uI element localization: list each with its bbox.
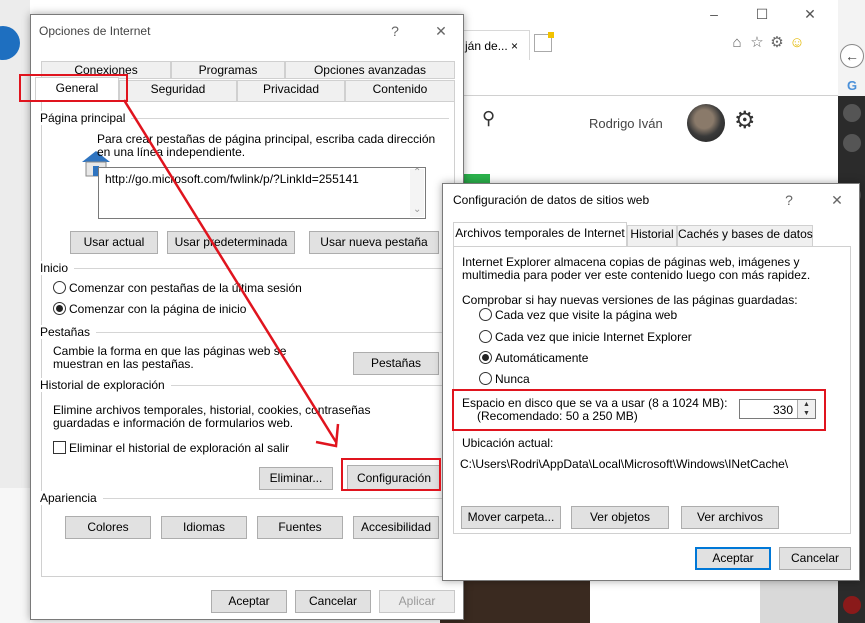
tab-caches-databases[interactable]: Cachés y bases de datos [677, 225, 813, 247]
tab-temporary-files[interactable]: Archivos temporales de Internet [453, 222, 627, 247]
help-icon[interactable]: ? [381, 20, 409, 42]
radio-startup-last-session[interactable] [53, 281, 66, 294]
close-icon[interactable]: ✕ [823, 189, 851, 211]
group-divider [45, 332, 449, 333]
fonts-button[interactable]: Fuentes [257, 516, 343, 539]
tab-programs[interactable]: Programas [171, 61, 285, 79]
group-tabs: Pestañas [40, 325, 97, 339]
home-url-value: http://go.microsoft.com/fwlink/p/?LinkId… [105, 172, 359, 186]
radio-never[interactable] [479, 372, 492, 385]
tab-privacy[interactable]: Privacidad [237, 80, 345, 102]
use-default-button[interactable]: Usar predeterminada [167, 231, 295, 254]
wordpress-icon[interactable] [843, 104, 861, 122]
url-scrollbar[interactable] [410, 167, 424, 217]
delete-history-on-exit-checkbox[interactable] [53, 441, 66, 454]
close-icon[interactable]: ✕ [427, 20, 455, 42]
group-home-page: Página principal [40, 111, 132, 125]
radio-label: Automáticamente [495, 351, 589, 365]
apply-button[interactable]: Aplicar [379, 590, 455, 613]
internet-options-dialog: Opciones de Internet ? ✕ Conexiones Prog… [30, 14, 464, 620]
radio-label: Comenzar con pestañas de la última sesió… [69, 281, 302, 295]
tab-security[interactable]: Seguridad [119, 80, 237, 102]
maximize-icon[interactable]: ☐ [752, 6, 772, 24]
user-name: Rodrigo Iván [589, 116, 663, 131]
radio-automatic[interactable] [479, 351, 492, 364]
browser-tab[interactable]: ján de... × [460, 30, 530, 60]
group-appearance: Apariencia [40, 491, 103, 505]
search-icon[interactable]: ⚲ [482, 108, 495, 129]
radio-label: Comenzar con la página de inicio [69, 302, 247, 316]
highlight-general-tab [19, 74, 128, 102]
minimize-icon[interactable]: – [704, 6, 724, 24]
radio-label: Cada vez que inicie Internet Explorer [495, 330, 692, 344]
intro-line2: multimedia para poder ver este contenido… [462, 268, 811, 282]
tabs-description-line2: muestran en las pestañas. [53, 357, 194, 371]
radio-every-start[interactable] [479, 330, 492, 343]
radio-label: Cada vez que visite la página web [495, 308, 678, 322]
view-objects-button[interactable]: Ver objetos [571, 506, 669, 529]
check-versions-label: Comprobar si hay nuevas versiones de las… [462, 293, 798, 307]
app-icon[interactable] [843, 596, 861, 614]
dialog-titlebar[interactable]: Configuración de datos de sitios web ? ✕ [443, 184, 859, 216]
view-files-button[interactable]: Ver archivos [681, 506, 779, 529]
languages-button[interactable]: Idiomas [161, 516, 247, 539]
move-folder-button[interactable]: Mover carpeta... [461, 506, 561, 529]
accessibility-button[interactable]: Accesibilidad [353, 516, 439, 539]
group-history: Historial de exploración [40, 378, 171, 392]
avatar[interactable] [687, 104, 725, 142]
dialog-titlebar[interactable]: Opciones de Internet ? ✕ [31, 15, 463, 47]
ok-button[interactable]: Aceptar [695, 547, 771, 570]
tab-content[interactable]: Contenido [345, 80, 455, 102]
location-path: C:\Users\Rodri\AppData\Local\Microsoft\W… [460, 457, 789, 471]
app-icon[interactable] [843, 134, 861, 152]
highlight-disk-space [452, 389, 826, 431]
google-icon: G [847, 78, 858, 93]
colors-button[interactable]: Colores [65, 516, 151, 539]
checkbox-label: Eliminar el historial de exploración al … [69, 441, 290, 455]
history-description-line2: guardadas e información de formularios w… [53, 416, 294, 430]
new-tab-icon[interactable] [534, 32, 554, 52]
website-data-settings-dialog: Configuración de datos de sitios web ? ✕… [442, 183, 860, 581]
close-icon[interactable]: ✕ [800, 6, 820, 24]
home-description-line2: en una línea independiente. [97, 145, 246, 159]
home-icon[interactable]: ⌂ [728, 34, 746, 52]
cancel-button[interactable]: Cancelar [295, 590, 371, 613]
highlight-settings-button [341, 458, 441, 491]
tab-advanced[interactable]: Opciones avanzadas [285, 61, 455, 79]
use-current-button[interactable]: Usar actual [70, 231, 158, 254]
background-left-panel [0, 488, 30, 623]
dialog-title: Opciones de Internet [39, 24, 151, 38]
gear-icon[interactable]: ⚙ [768, 34, 786, 52]
radio-startup-home-page[interactable] [53, 302, 66, 315]
smiley-icon[interactable]: ☺ [788, 34, 806, 52]
tab-history[interactable]: Historial [627, 225, 677, 247]
dialog-title: Configuración de datos de sitios web [453, 193, 650, 207]
cancel-button[interactable]: Cancelar [779, 547, 851, 570]
delete-history-button[interactable]: Eliminar... [259, 467, 333, 490]
ok-button[interactable]: Aceptar [211, 590, 287, 613]
location-label: Ubicación actual: [462, 436, 554, 450]
radio-every-visit[interactable] [479, 308, 492, 321]
tabs-button[interactable]: Pestañas [353, 352, 439, 375]
group-divider [45, 268, 449, 269]
background-image [760, 578, 838, 623]
settings-gear-icon[interactable]: ⚙ [734, 106, 756, 135]
group-divider [45, 498, 449, 499]
back-arrow-icon[interactable]: ← [840, 44, 864, 68]
help-icon[interactable]: ? [775, 189, 803, 211]
group-startup: Inicio [40, 261, 75, 275]
radio-label: Nunca [495, 372, 530, 386]
star-icon[interactable]: ☆ [748, 34, 766, 52]
home-url-textarea[interactable]: http://go.microsoft.com/fwlink/p/?LinkId… [98, 167, 426, 219]
use-new-tab-button[interactable]: Usar nueva pestaña [309, 231, 439, 254]
